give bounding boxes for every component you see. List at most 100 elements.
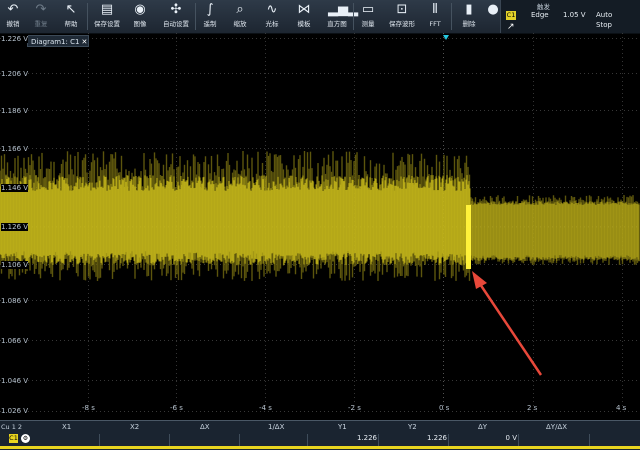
- y-axis-label: 1.186 V: [1, 107, 29, 115]
- toolbar-label: 测量: [361, 20, 375, 28]
- toolbar-button-camera[interactable]: ◉ 图像: [126, 0, 154, 33]
- trigger-channel-badge: C1: [506, 11, 516, 20]
- toolbar-button-redo[interactable]: ↷ 重复: [28, 0, 54, 33]
- waveform-diagram[interactable]: [0, 33, 640, 420]
- toolbar-label: 遥制: [203, 20, 217, 28]
- cursor-header: Y1: [338, 423, 347, 431]
- toolbar-button-trash[interactable]: ▮ 删除: [456, 0, 482, 33]
- cursor-header: X2: [130, 423, 140, 431]
- column-separator: [378, 434, 379, 446]
- toolbar-label: 直方图: [327, 20, 347, 28]
- toolbar-button-save-waveform[interactable]: ⊡ 保存波形: [386, 0, 418, 33]
- save-icon: ▤: [100, 2, 114, 17]
- save-waveform-icon: ⊡: [396, 2, 408, 17]
- column-separator: [589, 434, 590, 446]
- trigger-type[interactable]: Edge: [531, 11, 549, 19]
- toolbar-button-settings-dot[interactable]: ●: [484, 0, 498, 33]
- toolbar-button-help-pointer[interactable]: ↖ 帮助: [56, 0, 86, 33]
- cursor-value: 0 V: [505, 434, 517, 442]
- trigger-panel[interactable]: 触发 C1 ↗ Edge 1.05 V Auto Stop: [500, 0, 640, 33]
- x-axis-label: -8 s: [82, 404, 95, 412]
- toolbar-button-mask-template[interactable]: ⋈ 模板: [290, 0, 318, 33]
- toolbar-separator: [87, 3, 88, 30]
- toolbar-button-save[interactable]: ▤ 保存设置: [90, 0, 124, 33]
- close-icon[interactable]: ✕: [81, 38, 87, 46]
- y-axis-label: 1.146 V: [1, 184, 29, 192]
- diagram-tab[interactable]: Diagram1: C1 ✕: [27, 35, 89, 47]
- toolbar-button-cursor[interactable]: ∿ 光标: [258, 0, 286, 33]
- trash-icon: ▮: [465, 2, 473, 17]
- cursor-row-header: Cu 1 2: [1, 423, 23, 431]
- cursor-icon: ∿: [266, 2, 278, 17]
- fft-icon: ⫴: [432, 2, 438, 17]
- toolbar-button-undo[interactable]: ↶ 撤销: [0, 0, 26, 33]
- gear-icon[interactable]: ⚙: [21, 434, 30, 443]
- column-separator: [307, 434, 308, 446]
- autoset-icon: ✣: [170, 2, 182, 17]
- column-separator: [448, 434, 449, 446]
- column-separator: [169, 434, 170, 446]
- toolbar-button-histogram[interactable]: ▂▅▂ 直方图: [322, 0, 358, 33]
- cursor-header: ΔY/ΔX: [546, 423, 568, 431]
- toolbar-label: 图像: [133, 20, 147, 28]
- y-axis-label: 1.206 V: [1, 70, 29, 78]
- edge-slope-icon: ↗: [507, 22, 515, 32]
- trigger-mode[interactable]: Auto: [596, 11, 612, 19]
- y-axis-label: 1.126 V: [1, 223, 29, 231]
- toolbar-label: 缩放: [233, 20, 247, 28]
- toolbar-label: 重复: [34, 20, 48, 28]
- toolbar-label: 帮助: [64, 20, 78, 28]
- trigger-header: 触发: [537, 3, 550, 11]
- y-axis-label: 1.166 V: [1, 145, 29, 153]
- cursor-header: X1: [62, 423, 72, 431]
- x-axis-label: 2 s: [527, 404, 538, 412]
- toolbar-label: 模板: [297, 20, 311, 28]
- toolbar-label: 光标: [265, 20, 279, 28]
- toolbar-button-zoom[interactable]: ⌕ 缩放: [226, 0, 254, 33]
- x-axis-label: 4 s: [616, 404, 627, 412]
- zoom-icon: ⌕: [236, 2, 244, 17]
- cursor-header: Y2: [408, 423, 417, 431]
- cursor-header: ΔX: [200, 423, 210, 431]
- trace-transition: [466, 205, 471, 269]
- toolbar-label: 删除: [462, 20, 476, 28]
- column-separator: [99, 434, 100, 446]
- trigger-position-marker[interactable]: [443, 35, 449, 40]
- redo-icon: ↷: [35, 2, 47, 17]
- annotation-arrow: [472, 271, 543, 376]
- toolbar-label: 自动设置: [163, 20, 189, 28]
- toolbar-label: 保存波形: [389, 20, 415, 28]
- toolbar-button-measure[interactable]: ▭ 测量: [354, 0, 382, 33]
- y-axis-label: 1.226 V: [1, 35, 29, 43]
- toolbar-button-fft[interactable]: ⫴ FFT: [420, 0, 450, 33]
- undo-icon: ↶: [7, 2, 19, 17]
- toolbar-label: 撤销: [6, 20, 20, 28]
- y-axis-label: 1.106 V: [1, 261, 29, 269]
- x-axis-label: 0 s: [439, 404, 450, 412]
- remote-icon: ∫: [206, 2, 214, 17]
- histogram-icon: ▂▅▂: [328, 2, 358, 17]
- toolbar-label: FFT: [429, 20, 441, 28]
- x-axis-label: -4 s: [259, 404, 272, 412]
- cursor-header: 1/ΔX: [268, 423, 285, 431]
- toolbar-button-autoset[interactable]: ✣ 自动设置: [158, 0, 194, 33]
- column-separator: [518, 434, 519, 446]
- trigger-level[interactable]: 1.05 V: [563, 11, 586, 19]
- toolbar-separator: [451, 3, 452, 30]
- cursor-value: 1.226: [356, 434, 377, 442]
- cursor-value: 1.226: [426, 434, 447, 442]
- measure-icon: ▭: [361, 2, 375, 17]
- column-separator: [239, 434, 240, 446]
- toolbar-button-remote[interactable]: ∫ 遥制: [196, 0, 224, 33]
- trigger-run-state[interactable]: Stop: [596, 21, 612, 29]
- toolbar-label: 保存设置: [94, 20, 120, 28]
- help-pointer-icon: ↖: [65, 2, 77, 17]
- cursor-channel-badge[interactable]: C1: [9, 434, 18, 443]
- x-axis-label: -2 s: [348, 404, 361, 412]
- waveform-trace: [0, 151, 640, 281]
- y-axis-label: 1.046 V: [1, 377, 29, 385]
- y-axis-label: 1.026 V: [1, 407, 29, 415]
- cursor-header: ΔY: [478, 423, 488, 431]
- y-axis-label: 1.086 V: [1, 297, 29, 305]
- y-axis-label: 1.066 V: [1, 337, 29, 345]
